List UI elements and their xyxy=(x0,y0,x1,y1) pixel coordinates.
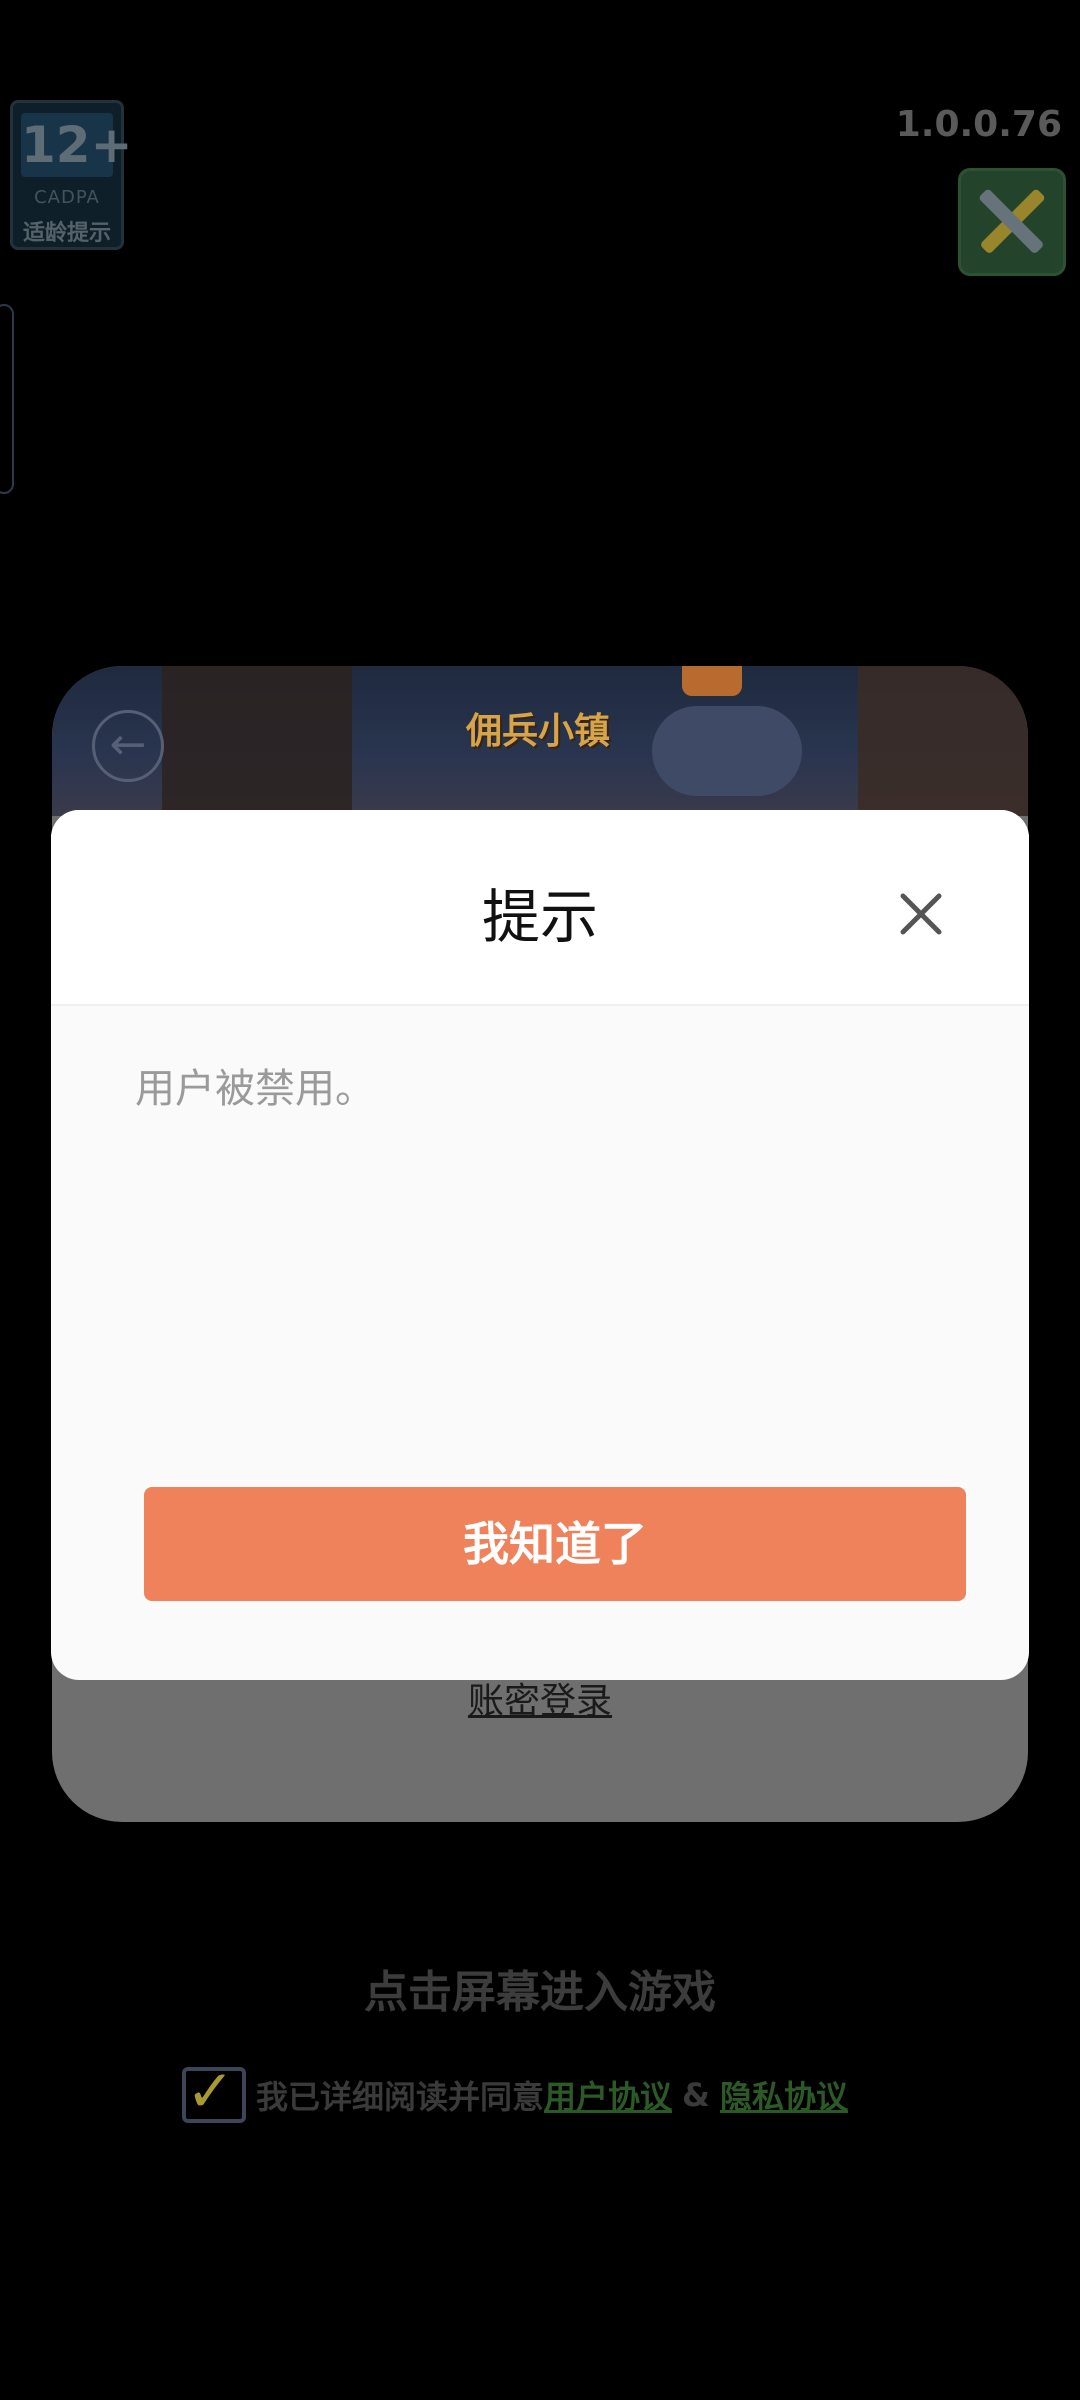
wrench-screwdriver-icon xyxy=(979,189,1045,253)
age-rating-number: 12+ xyxy=(21,113,132,177)
confirm-button[interactable]: 我知道了 xyxy=(144,1487,966,1601)
side-drawer-handle[interactable] xyxy=(0,304,14,494)
close-icon xyxy=(900,893,942,935)
banner-house-left xyxy=(162,666,352,816)
user-agreement-link[interactable]: 用户协议 xyxy=(544,2072,672,2118)
agreement-row: ✓ 我已详细阅读并同意 用户协议 & 隐私协议 xyxy=(182,2060,848,2130)
agreement-prefix: 我已详细阅读并同意 xyxy=(256,2078,545,2116)
version-label: 1.0.0.76 xyxy=(895,104,1062,145)
dialog-message: 用户被禁用。 xyxy=(135,1066,375,1112)
banner-house-right xyxy=(858,666,1028,816)
game-logo: 佣兵小镇 xyxy=(466,711,611,752)
banner-lantern xyxy=(682,666,742,696)
agreement-checkbox[interactable]: ✓ xyxy=(182,2062,246,2123)
age-rating-org: CADPA xyxy=(34,187,100,208)
age-rating-tip: 适龄提示 xyxy=(22,221,111,246)
dialog-close-button[interactable] xyxy=(891,884,951,944)
agreement-amp: & xyxy=(682,2076,710,2114)
privacy-agreement-link[interactable]: 隐私协议 xyxy=(720,2072,848,2118)
dialog-title: 提示 xyxy=(481,883,598,951)
dialog-header: 提示 xyxy=(51,810,1029,1006)
banner-cloud xyxy=(652,706,802,796)
back-arrow-icon[interactable]: ← xyxy=(92,710,164,782)
tools-button[interactable] xyxy=(958,168,1066,276)
game-banner: ← 佣兵小镇 xyxy=(52,666,1028,816)
tap-to-enter-text[interactable]: 点击屏幕进入游戏 xyxy=(0,1956,1080,2020)
alert-dialog: 提示 用户被禁用。 我知道了 xyxy=(51,810,1029,1680)
age-rating-badge: 12+ CADPA 适龄提示 xyxy=(10,100,132,250)
